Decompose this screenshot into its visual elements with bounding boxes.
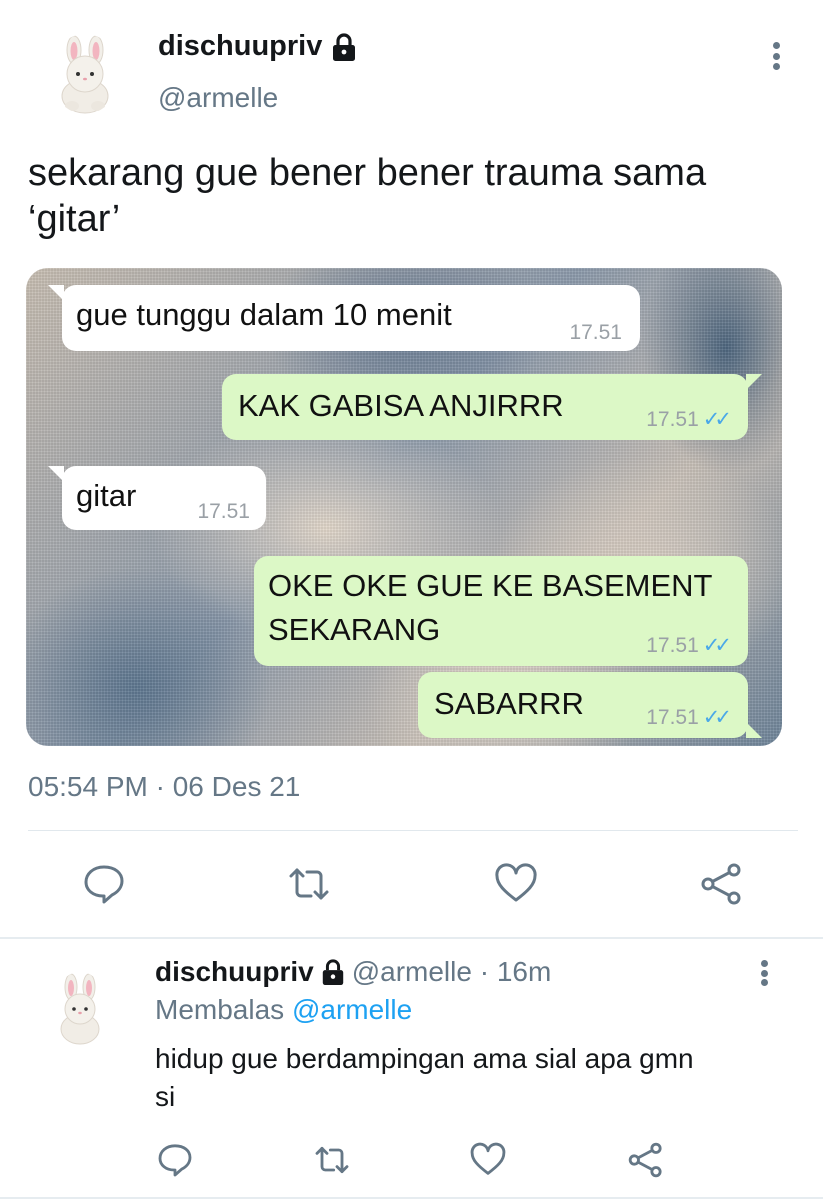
chat-message-time: 17.51 [646,705,699,729]
retweet-icon[interactable] [285,860,333,908]
chat-message-text: SABARRR [434,686,584,721]
chat-bubble-outgoing: KAK GABISA ANJIRRR 17.51 ✓✓ [222,374,762,440]
read-receipt-icon: ✓✓ [702,634,732,657]
retweet-icon[interactable] [312,1140,352,1180]
chat-message-text: OKE OKE GUE KE BASEMENT [268,568,713,603]
chat-bubble-incoming: gitar 17.51 [48,466,266,530]
heart-icon[interactable] [468,1140,508,1180]
reply-header: dischuupriv @armelle · 16m [155,956,551,988]
share-icon[interactable] [626,1140,666,1180]
display-name-row[interactable]: dischuupriv [158,30,358,63]
heart-icon[interactable] [492,860,540,908]
chat-message-time: 17.51 [569,321,622,344]
replying-to-mention[interactable]: @armelle [292,994,412,1025]
lock-icon [322,959,343,985]
chat-message-text: KAK GABISA ANJIRRR [238,388,564,423]
chat-message-time: 17.51 [646,407,699,431]
share-icon[interactable] [698,860,746,908]
chat-bubble-incoming: gue tunggu dalam 10 menit 17.51 [48,285,640,351]
chat-message-text: SEKARANG [268,612,441,647]
reply-text: hidup gue berdampingan ama sial apa gmn … [155,1043,694,1112]
reply-icon[interactable] [155,1140,195,1180]
chat-bubble-outgoing: SABARRR 17.51 ✓✓ [418,672,762,738]
tweet-timestamp[interactable]: 05:54 PM · 06 Des 21 [28,771,300,803]
section-divider [0,1197,823,1199]
chat-message-text: gitar [76,478,137,513]
attached-chat-screenshot[interactable]: gue tunggu dalam 10 menit 17.51 KAK GABI… [26,268,782,746]
avatar[interactable] [52,972,108,1046]
chat-bubble-outgoing: OKE OKE GUE KE BASEMENT SEKARANG 17.51 ✓… [254,556,748,666]
chat-message-time: 17.51 [197,500,250,523]
replying-to-label: Membalas [155,994,285,1025]
replying-to: Membalas @armelle [155,994,412,1026]
read-receipt-icon: ✓✓ [702,706,732,729]
reply-handle-time[interactable]: @armelle · 16m [352,956,552,988]
reply-display-name[interactable]: dischuupriv [155,956,314,988]
read-receipt-icon: ✓✓ [702,408,732,431]
handle[interactable]: @armelle [158,82,278,114]
display-name[interactable]: dischuupriv [158,30,322,63]
more-vertical-icon[interactable] [754,960,774,986]
lock-icon [333,32,356,61]
chat-message-time: 17.51 [646,633,699,657]
chat-message-text: gue tunggu dalam 10 menit [76,297,452,332]
bunny-plush-avatar [60,973,100,1045]
section-divider [0,937,823,939]
divider [28,830,798,831]
avatar[interactable] [50,34,120,114]
bunny-plush-avatar [61,35,109,114]
more-vertical-icon[interactable] [766,42,786,70]
reply-icon[interactable] [80,860,128,908]
tweet-text: sekarang gue bener bener trauma sama ‘gi… [28,152,707,240]
